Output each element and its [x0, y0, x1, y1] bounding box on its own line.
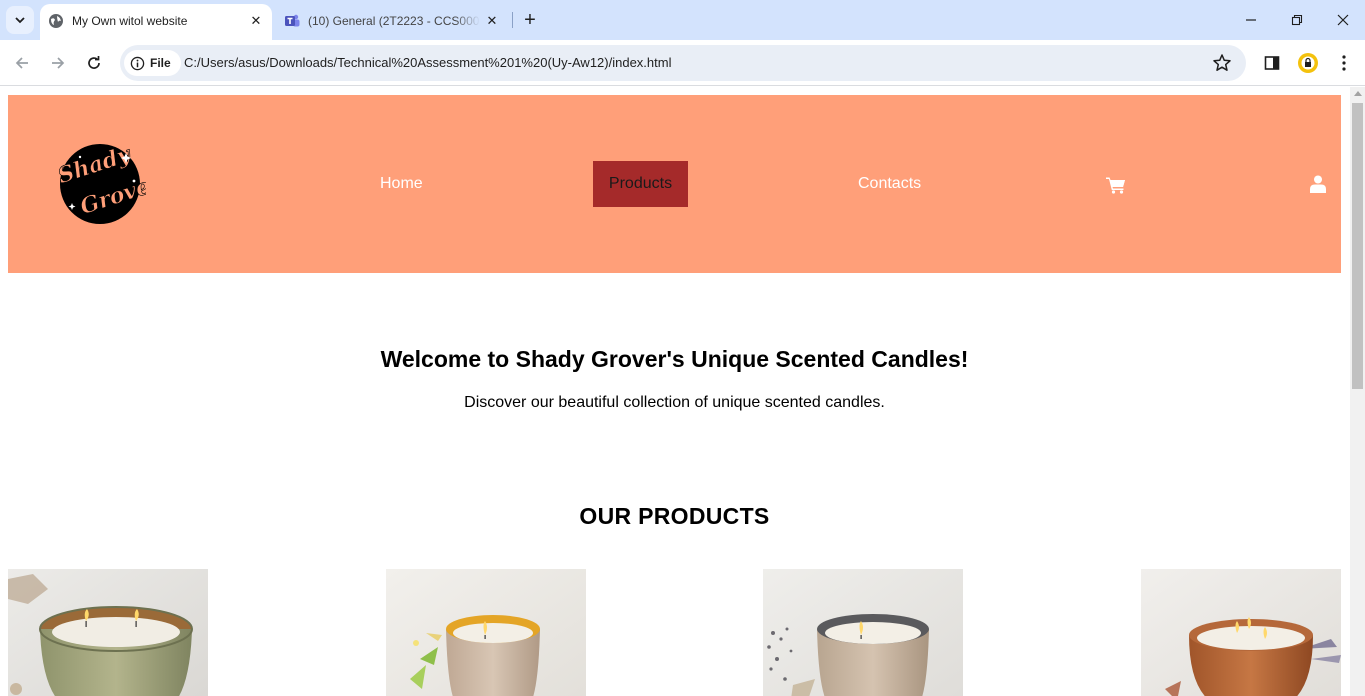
- reload-icon: [88, 56, 100, 69]
- page-scrollbar[interactable]: [1350, 87, 1365, 696]
- profile-avatar-icon: [1298, 53, 1318, 73]
- minimize-icon: [1246, 19, 1256, 21]
- back-button[interactable]: [10, 51, 34, 75]
- globe-icon: [49, 14, 63, 28]
- tab-title: My Own witol website: [72, 14, 188, 28]
- welcome-heading: Welcome to Shady Grover's Unique Scented…: [380, 346, 969, 372]
- nav-contacts-link[interactable]: Contacts: [858, 175, 921, 193]
- nav-home-link[interactable]: Home: [380, 175, 423, 193]
- teams-icon: [285, 14, 300, 27]
- close-tab-icon[interactable]: ✕: [248, 13, 264, 29]
- tab-search-button[interactable]: [6, 6, 34, 34]
- menu-button[interactable]: [1333, 52, 1355, 74]
- shady-grove-logo: Shady Grove: [54, 141, 154, 224]
- chip-label: File: [150, 56, 171, 70]
- user-icon[interactable]: [1310, 175, 1326, 193]
- bookmark-star-icon[interactable]: [1212, 53, 1232, 73]
- forward-button[interactable]: [46, 51, 70, 75]
- kebab-menu-icon: [1342, 55, 1346, 71]
- site-info-chip[interactable]: File: [124, 50, 181, 76]
- tab-title: (10) General (2T2223 - CCS0005: [308, 14, 480, 28]
- tab-separator: [512, 12, 513, 28]
- shopping-cart-icon[interactable]: [1106, 176, 1126, 194]
- product-image-terracotta-candle[interactable]: [1141, 569, 1341, 696]
- products-heading: OUR PRODUCTS: [579, 503, 770, 529]
- restore-button[interactable]: [1285, 8, 1309, 32]
- side-panel-button[interactable]: [1261, 52, 1283, 74]
- scroll-thumb[interactable]: [1352, 103, 1363, 389]
- address-bar[interactable]: File C:/Users/asus/Downloads/Technical%2…: [120, 45, 1246, 81]
- new-tab-button[interactable]: +: [518, 8, 542, 32]
- info-icon: [130, 56, 145, 70]
- welcome-subtitle: Discover our beautiful collection of uni…: [464, 394, 885, 411]
- chevron-down-icon: [15, 17, 25, 24]
- minimize-button[interactable]: [1239, 8, 1263, 32]
- arrow-right-icon: [52, 57, 65, 69]
- product-image-yellow-candle[interactable]: [386, 569, 586, 696]
- arrow-left-icon: [15, 57, 28, 69]
- scroll-up-arrow-icon[interactable]: [1354, 91, 1362, 96]
- close-tab-icon[interactable]: ✕: [484, 13, 500, 29]
- close-window-button[interactable]: [1331, 8, 1355, 32]
- profile-button[interactable]: [1297, 52, 1319, 74]
- reload-button[interactable]: [82, 51, 106, 75]
- product-image-grey-candle[interactable]: [763, 569, 963, 696]
- close-icon: [1337, 14, 1349, 26]
- url-text[interactable]: C:/Users/asus/Downloads/Technical%20Asse…: [184, 55, 671, 70]
- site-header: Shady Grove Home Products Contacts: [8, 95, 1341, 273]
- side-panel-icon: [1264, 56, 1280, 70]
- tab-teams-general[interactable]: (10) General (2T2223 - CCS0005 ✕: [276, 4, 508, 40]
- tab-my-own-website[interactable]: My Own witol website ✕: [40, 4, 272, 40]
- browser-toolbar: File C:/Users/asus/Downloads/Technical%2…: [0, 40, 1365, 86]
- site-logo[interactable]: Shady Grove: [50, 141, 154, 227]
- page-viewport: Shady Grove Home Products Contacts Welco…: [0, 87, 1365, 696]
- nav-products-link[interactable]: Products: [593, 161, 688, 207]
- restore-icon: [1291, 14, 1303, 26]
- product-image-green-candle[interactable]: [8, 569, 208, 696]
- tab-strip: My Own witol website ✕ (10) General (2T2…: [0, 0, 1365, 40]
